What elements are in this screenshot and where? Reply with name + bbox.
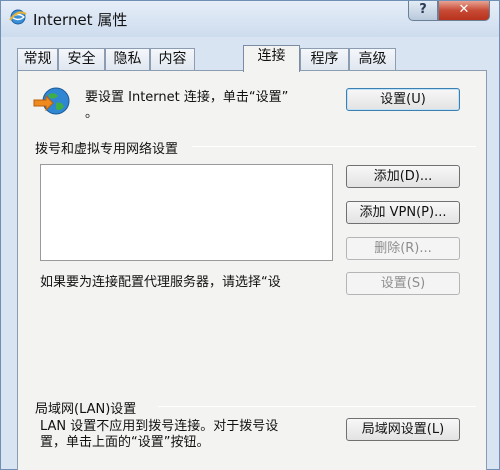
tab-content[interactable]: 内容 bbox=[150, 48, 195, 71]
delete-connection-button[interactable]: 删除(R)... bbox=[346, 237, 460, 260]
connect-wizard-globe-icon bbox=[33, 87, 70, 115]
setup-text-line2: 。 bbox=[85, 106, 99, 121]
tab-programs[interactable]: 程序 bbox=[300, 48, 349, 71]
lan-divider bbox=[158, 406, 476, 407]
tab-connections[interactable]: 连接 bbox=[243, 45, 300, 72]
tab-security[interactable]: 安全 bbox=[58, 48, 105, 71]
close-button[interactable]: ✕ bbox=[438, 1, 490, 21]
lan-text-line1: LAN 设置不应用到拨号连接。对于拨号设 bbox=[40, 419, 279, 434]
proxy-text: 如果要为连接配置代理服务器，请选择“设 bbox=[40, 275, 281, 290]
connections-list[interactable] bbox=[40, 164, 333, 261]
ie-globe-icon bbox=[9, 9, 27, 25]
connections-panel: 要设置 Internet 连接，单击“设置” 。 设置(U) 拨号和虚拟专用网络… bbox=[17, 70, 487, 470]
tab-advanced[interactable]: 高级 bbox=[349, 48, 396, 71]
internet-properties-window: Internet 属性 ? ✕ 常规 安全 隐私 内容 连接 程序 高级 要设置… bbox=[0, 0, 500, 470]
tab-general[interactable]: 常规 bbox=[17, 48, 58, 71]
setup-button[interactable]: 设置(U) bbox=[346, 88, 460, 111]
setup-text-line1: 要设置 Internet 连接，单击“设置” bbox=[85, 90, 289, 105]
title-bar[interactable]: Internet 属性 ? ✕ bbox=[1, 1, 499, 37]
help-button[interactable]: ? bbox=[408, 1, 438, 21]
connection-settings-button[interactable]: 设置(S) bbox=[346, 272, 460, 295]
lan-heading: 局域网(LAN)设置 bbox=[35, 402, 137, 417]
tab-privacy[interactable]: 隐私 bbox=[105, 48, 150, 71]
lan-text-line2: 置，单击上面的“设置”按钮。 bbox=[40, 435, 210, 450]
lan-settings-button[interactable]: 局域网设置(L) bbox=[346, 418, 460, 441]
window-title: Internet 属性 bbox=[33, 11, 128, 29]
add-connection-button[interactable]: 添加(D)... bbox=[346, 165, 460, 188]
dialup-divider bbox=[192, 146, 476, 147]
add-vpn-button[interactable]: 添加 VPN(P)... bbox=[346, 201, 460, 224]
dialup-vpn-heading: 拨号和虚拟专用网络设置 bbox=[35, 142, 179, 157]
